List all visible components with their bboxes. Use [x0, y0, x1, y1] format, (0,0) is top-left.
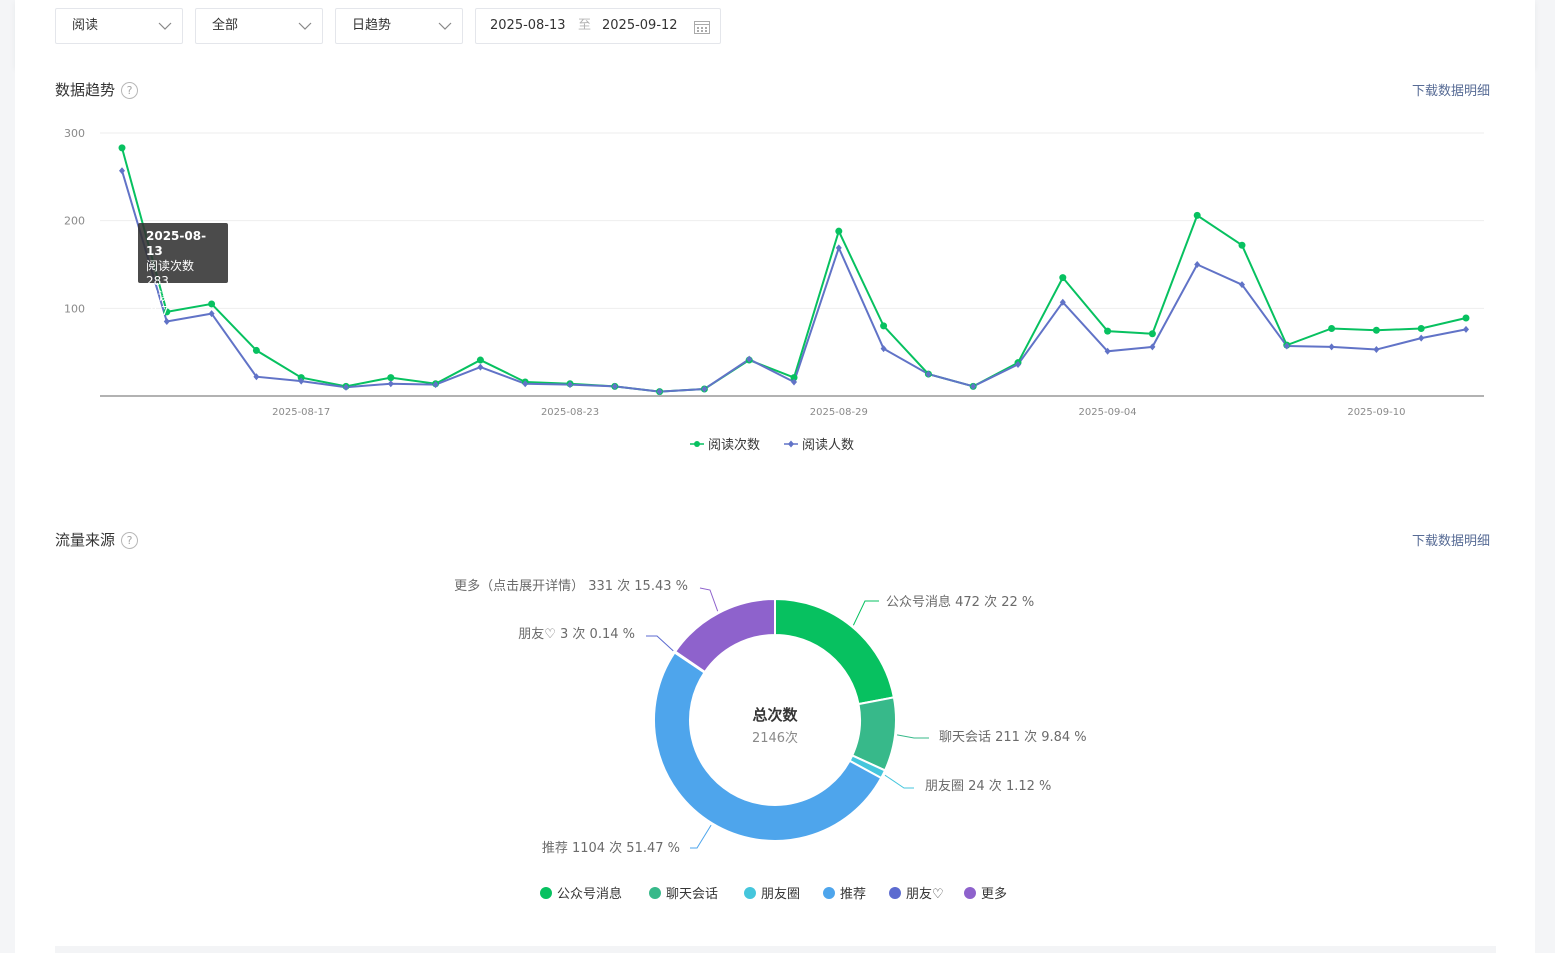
legend-diamond-icon: [788, 440, 794, 448]
legend-dot-icon: [744, 887, 756, 899]
reads-data-point: [118, 144, 126, 152]
reads-data-point: [1148, 330, 1156, 338]
slice-label-leader-line: [897, 734, 929, 739]
legend-dot-icon: [964, 887, 976, 899]
reads-data-point: [1193, 211, 1201, 219]
reads-data-point: [476, 356, 484, 364]
reads-data-point: [252, 346, 260, 354]
x-tick-label: 2025-08-29: [810, 407, 868, 418]
readers-data-point: [1373, 346, 1380, 354]
reads-data-point: [1372, 326, 1380, 334]
tooltip-reads: 阅读次数 283: [146, 259, 195, 288]
readers-data-point: [1463, 325, 1469, 333]
legend-dot-icon: [649, 887, 661, 899]
reads-data-point: [1417, 324, 1425, 332]
reads-data-point: [835, 227, 843, 235]
reads-data-point: [1059, 274, 1067, 282]
slice-label-leader-line: [690, 824, 712, 849]
y-tick-label: 200: [64, 215, 85, 228]
legend-dot-icon: [823, 887, 835, 899]
y-tick-label: 100: [64, 302, 85, 315]
x-tick-label: 2025-09-04: [1079, 407, 1137, 418]
slice-label-leader-line: [884, 774, 914, 789]
reads-data-point: [387, 374, 395, 382]
slice-label-leader-line: [699, 587, 719, 612]
slice-label-leader-line: [852, 600, 879, 626]
legend-label: 朋友圈: [761, 886, 800, 902]
slice-label-leader-line: [646, 635, 674, 652]
slice-label: 朋友♡ 3 次 0.14 %: [518, 626, 635, 642]
donut-slice-recommend: [653, 651, 883, 842]
legend-dot-icon: [889, 887, 901, 899]
readers-data-point: [1418, 334, 1425, 342]
slice-label: 推荐 1104 次 51.47 %: [542, 840, 680, 856]
readers-data-point: [387, 380, 394, 388]
slice-label: 公众号消息 472 次 22 %: [886, 594, 1034, 610]
x-tick-label: 2025-08-17: [272, 407, 330, 418]
slice-label: 聊天会话 211 次 9.84 %: [939, 729, 1087, 745]
legend-dot-icon: [540, 887, 552, 899]
slice-label: 朋友圈 24 次 1.12 %: [925, 778, 1051, 794]
readers-data-point: [477, 363, 484, 371]
slice-label: 更多（点击展开详情） 331 次 15.43 %: [454, 578, 688, 594]
readers-series-line: [121, 170, 1467, 393]
traffic-source-donut-chart: 总次数 2146次 公众号消息 472 次 22 % 聊天会话 211 次 9.84 …: [454, 578, 1087, 902]
x-tick-label: 2025-08-23: [541, 407, 599, 418]
legend-label: 推荐: [840, 887, 866, 902]
donut-center-title: 总次数: [752, 706, 798, 724]
readers-data-point: [1328, 343, 1335, 351]
x-tick-label: 2025-09-10: [1347, 407, 1405, 418]
reads-series-line: [121, 147, 1467, 393]
legend-label: 朋友♡: [906, 886, 944, 902]
reads-data-point: [1104, 327, 1112, 335]
donut-center-value: 2146次: [752, 730, 798, 746]
reads-data-point: [880, 322, 888, 330]
tooltip-date: 2025-08-13: [146, 229, 207, 258]
reads-data-point: [1462, 314, 1470, 322]
y-tick-label: 300: [64, 127, 85, 140]
readers-data-point: [119, 167, 125, 175]
donut-slice-gzh: [774, 597, 896, 706]
legend-label: 阅读次数: [708, 437, 760, 453]
legend-dot-icon: [694, 441, 700, 447]
trend-line-chart: 100 200 300 2025-08-17 2025-08-23 2025-08-29 2…: [64, 127, 1484, 453]
reads-data-point: [1328, 324, 1336, 332]
tooltip-readers: 阅读人数 257: [146, 289, 195, 318]
donut-slice-more: [673, 597, 776, 674]
legend-label: 阅读人数: [802, 438, 854, 453]
legend-label: 更多: [981, 886, 1007, 902]
legend-label: 公众号消息: [557, 886, 622, 902]
reads-data-point: [1238, 241, 1246, 249]
readers-data-point: [163, 317, 170, 325]
chart-tooltip: 2025-08-13 阅读次数 283 阅读人数 257: [138, 223, 228, 318]
legend-label: 聊天会话: [666, 887, 718, 902]
bottom-divider: [55, 946, 1496, 953]
